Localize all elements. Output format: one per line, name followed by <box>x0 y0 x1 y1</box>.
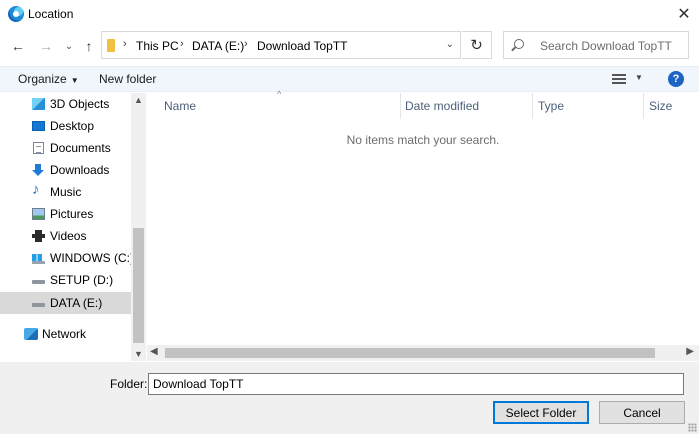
drive-icon <box>32 297 45 309</box>
downloads-arrow-icon <box>32 164 45 176</box>
close-button[interactable]: ✕ <box>669 0 699 28</box>
refresh-icon[interactable]: ↻ <box>462 31 492 59</box>
sidebar-item-label: SETUP (D:) <box>50 273 114 287</box>
title-bar: Location ✕ <box>0 0 699 28</box>
search-input[interactable] <box>540 36 685 56</box>
organize-label: Organize <box>18 72 67 86</box>
scroll-up-arrow-icon[interactable]: ▲ <box>131 95 146 105</box>
sidebar-item-label: Downloads <box>50 163 110 177</box>
search-icon <box>514 39 524 49</box>
scrollbar-thumb[interactable] <box>165 348 655 358</box>
sidebar-item-desktop[interactable]: Desktop <box>0 115 131 137</box>
column-header-name[interactable]: Name <box>164 99 196 113</box>
resize-grip-icon[interactable] <box>688 423 697 432</box>
address-dropdown-chevron-icon[interactable]: ⌄ <box>446 39 454 50</box>
column-divider[interactable] <box>532 93 533 119</box>
scroll-right-arrow-icon[interactable]: ▶ <box>686 346 694 357</box>
network-icon <box>24 328 38 340</box>
column-divider[interactable] <box>643 93 644 119</box>
drive-icon <box>32 274 45 286</box>
navigation-pane: 3D Objects Desktop Documents Downloads ♪… <box>0 93 146 361</box>
cube-3d-icon <box>32 98 45 110</box>
folder-field-label: Folder: <box>110 377 148 391</box>
sidebar-item-windows-drive[interactable]: WINDOWS (C:) <box>0 247 134 269</box>
sidebar-item-label: DATA (E:) <box>50 296 103 310</box>
view-details-icon[interactable] <box>612 74 626 84</box>
breadcrumb-download-toptt[interactable]: Download TopTT <box>257 39 348 53</box>
file-list: ^ Name Date modified Type Size No items … <box>147 89 699 345</box>
desktop-icon <box>32 121 45 131</box>
sort-caret-icon: ^ <box>277 89 282 99</box>
navigation-pane-scrollbar[interactable]: ▲ ▼ <box>131 93 146 361</box>
sidebar-item-label: WINDOWS (C:) <box>50 251 134 265</box>
sidebar-item-label: Pictures <box>50 207 94 221</box>
window-title: Location <box>28 7 74 21</box>
film-strip-icon <box>32 230 45 242</box>
column-header-size[interactable]: Size <box>649 99 672 113</box>
dialog-footer: Folder: Select Folder Cancel <box>0 362 699 434</box>
view-options-caret-icon[interactable]: ▼ <box>635 73 643 82</box>
windows-drive-icon <box>32 252 45 264</box>
scrollbar-thumb[interactable] <box>133 228 144 343</box>
documents-icon <box>33 142 44 154</box>
sidebar-item-network[interactable]: Network <box>0 323 131 345</box>
scroll-left-arrow-icon[interactable]: ◀ <box>150 346 158 357</box>
back-arrow-icon[interactable]: ← <box>8 36 28 56</box>
empty-results-message: No items match your search. <box>346 133 500 147</box>
sidebar-item-music[interactable]: ♪ Music <box>0 181 131 203</box>
address-bar[interactable]: › This PC › DATA (E:) › Download TopTT ⌄ <box>101 31 461 59</box>
sidebar-item-documents[interactable]: Documents <box>0 137 131 159</box>
search-box[interactable] <box>503 31 689 59</box>
recent-locations-chevron-icon[interactable]: ⌄ <box>59 36 79 56</box>
caret-down-icon: ▼ <box>70 76 79 85</box>
select-folder-button[interactable]: Select Folder <box>493 401 589 424</box>
breadcrumb-chevron-icon[interactable]: › <box>180 38 184 50</box>
forward-arrow-icon[interactable]: → <box>36 36 56 56</box>
up-arrow-icon[interactable]: ↑ <box>79 36 99 56</box>
column-divider[interactable] <box>400 93 401 119</box>
organize-button[interactable]: Organize ▼ <box>18 72 79 86</box>
music-note-icon: ♪ <box>32 181 40 198</box>
sidebar-item-downloads[interactable]: Downloads <box>0 159 131 181</box>
scroll-down-arrow-icon[interactable]: ▼ <box>131 349 146 359</box>
sidebar-item-label: Videos <box>50 229 87 243</box>
breadcrumb-this-pc[interactable]: This PC <box>136 39 179 53</box>
sidebar-item-label: Documents <box>50 141 111 155</box>
sidebar-item-setup-drive[interactable]: SETUP (D:) <box>0 269 131 291</box>
breadcrumb-data-drive[interactable]: DATA (E:) <box>192 39 244 53</box>
sidebar-item-pictures[interactable]: Pictures <box>0 203 131 225</box>
sidebar-item-data-drive[interactable]: DATA (E:) <box>0 292 131 314</box>
sidebar-item-label: 3D Objects <box>50 97 110 111</box>
sidebar-item-label: Desktop <box>50 119 95 133</box>
breadcrumb-chevron-icon[interactable]: › <box>123 38 127 50</box>
pictures-icon <box>32 208 45 220</box>
column-header-date-modified[interactable]: Date modified <box>405 99 479 113</box>
folder-name-input[interactable] <box>148 373 684 395</box>
sidebar-item-label: Network <box>42 327 87 341</box>
file-list-horizontal-scrollbar[interactable]: ◀ ▶ <box>147 345 699 361</box>
help-icon[interactable]: ? <box>668 71 684 87</box>
command-toolbar: Organize ▼ New folder ▼ ? <box>0 66 699 92</box>
cancel-button[interactable]: Cancel <box>599 401 685 424</box>
sidebar-item-videos[interactable]: Videos <box>0 225 131 247</box>
new-folder-button[interactable]: New folder <box>99 72 156 86</box>
sidebar-item-3d-objects[interactable]: 3D Objects <box>0 93 131 115</box>
folder-icon <box>107 39 115 52</box>
edge-browser-icon <box>8 6 24 22</box>
breadcrumb-chevron-icon[interactable]: › <box>244 38 248 50</box>
column-header-type[interactable]: Type <box>538 99 564 113</box>
sidebar-item-label: Music <box>50 185 82 199</box>
navigation-bar: ← → ⌄ ↑ › This PC › DATA (E:) › Download… <box>0 30 699 62</box>
